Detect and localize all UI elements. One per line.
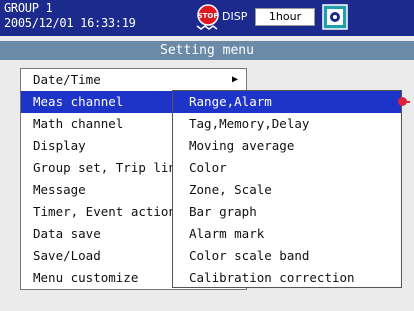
- submenu-item-moving-average[interactable]: Moving average: [173, 135, 401, 157]
- submenu-item-tag-memory-delay[interactable]: Tag,Memory,Delay: [173, 113, 401, 135]
- group-name: GROUP 1: [4, 1, 53, 15]
- menu-item-label: Group set, Trip line: [33, 160, 184, 175]
- menu-item-label: Data save: [33, 226, 101, 241]
- menu-item-label: Timer, Event action: [33, 204, 176, 219]
- submenu-item-color[interactable]: Color: [173, 157, 401, 179]
- menu-item-label: Date/Time: [33, 72, 101, 87]
- submenu-item-bar-graph[interactable]: Bar graph: [173, 201, 401, 223]
- disp-label: DISP: [222, 10, 248, 23]
- stop-icon-text: STOP: [198, 12, 219, 20]
- submenu-item-zone-scale[interactable]: Zone, Scale: [173, 179, 401, 201]
- menu-item-label: Menu customize: [33, 270, 139, 285]
- menu-item-label: Save/Load: [33, 248, 101, 263]
- submenu-item-range-alarm[interactable]: Range,Alarm: [173, 91, 401, 113]
- menu-title-bar: Setting menu: [0, 41, 414, 60]
- submenu-item-alarm-mark[interactable]: Alarm mark: [173, 223, 401, 245]
- disk-icon: [322, 4, 348, 30]
- menu-item-label: Display: [33, 138, 86, 153]
- submenu-item-calibration-correction[interactable]: Calibration correction: [173, 267, 401, 289]
- menu-item-label: Meas channel: [33, 94, 124, 109]
- menu-item-date-time[interactable]: Date/Time ▶: [21, 69, 246, 91]
- datetime: 2005/12/01 16:33:19: [4, 16, 136, 30]
- screen: GROUP 1 2005/12/01 16:33:19 STOP DISP 1h…: [0, 0, 414, 311]
- meas-channel-submenu: Range,Alarm Tag,Memory,Delay Moving aver…: [172, 90, 402, 288]
- trend-interval-button[interactable]: 1hour: [255, 8, 315, 26]
- menu-item-label: Math channel: [33, 116, 124, 131]
- page-title: Setting menu: [160, 43, 254, 58]
- status-header: GROUP 1 2005/12/01 16:33:19 STOP DISP 1h…: [0, 0, 414, 36]
- stop-icon: STOP: [196, 4, 219, 30]
- callout-pointer-dot: [398, 97, 407, 106]
- submenu-arrow-icon: ▶: [231, 74, 238, 85]
- submenu-item-color-scale-band[interactable]: Color scale band: [173, 245, 401, 267]
- menu-item-label: Message: [33, 182, 86, 197]
